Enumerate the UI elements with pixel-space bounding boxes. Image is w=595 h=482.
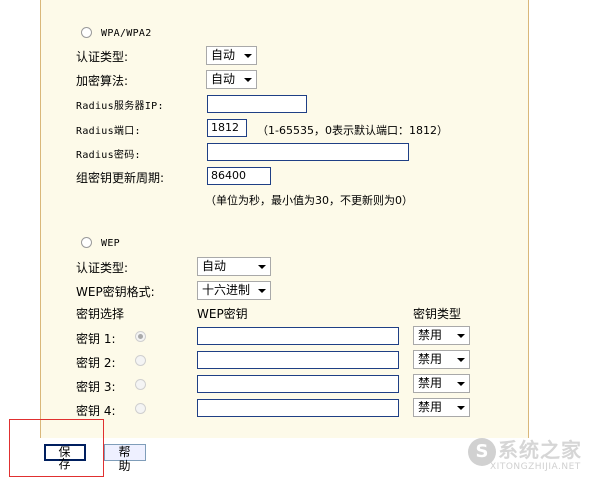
key-3-input[interactable] bbox=[197, 375, 399, 393]
radius-ip-input[interactable] bbox=[207, 95, 307, 113]
key-2-radio[interactable] bbox=[135, 355, 146, 366]
wep-auth-type-label: 认证类型: bbox=[76, 261, 129, 275]
key-1-type-select[interactable]: 禁用 bbox=[413, 326, 470, 345]
radius-password-input[interactable] bbox=[207, 143, 409, 161]
radius-ip-label: Radius服务器IP: bbox=[76, 101, 164, 112]
key-1-radio[interactable] bbox=[135, 331, 146, 342]
chevron-down-icon bbox=[244, 54, 252, 58]
col-key-type-header: 密钥类型 bbox=[413, 307, 462, 321]
wpa-radio-label: WPA/WPA2 bbox=[101, 28, 152, 39]
chevron-down-icon bbox=[457, 382, 465, 386]
highlight-box bbox=[9, 419, 104, 477]
chevron-down-icon bbox=[258, 265, 266, 269]
wep-key-format-select[interactable]: 十六进制 bbox=[197, 281, 271, 300]
key-3-type-value: 禁用 bbox=[418, 376, 443, 390]
col-wep-key-header: WEP密钥 bbox=[197, 307, 248, 321]
key-2-type-select[interactable]: 禁用 bbox=[413, 350, 470, 369]
wpa-auth-type-select[interactable]: 自动 bbox=[206, 46, 257, 65]
key-3-radio[interactable] bbox=[135, 379, 146, 390]
key-1-label: 密钥 1: bbox=[76, 332, 116, 346]
wpa-encryption-value: 自动 bbox=[211, 72, 236, 86]
wpa-radio[interactable] bbox=[81, 27, 92, 38]
key-1-type-value: 禁用 bbox=[418, 328, 443, 342]
chevron-down-icon bbox=[258, 289, 266, 293]
group-key-period-input[interactable]: 86400 bbox=[207, 167, 271, 185]
wep-auth-type-select[interactable]: 自动 bbox=[197, 257, 271, 276]
wpa-auth-type-label: 认证类型: bbox=[76, 50, 129, 64]
radius-port-hint: （1-65535，0表示默认端口：1812） bbox=[257, 124, 448, 137]
key-2-label: 密钥 2: bbox=[76, 356, 116, 370]
chevron-down-icon bbox=[457, 334, 465, 338]
key-4-type-value: 禁用 bbox=[418, 400, 443, 414]
radius-port-input[interactable]: 1812 bbox=[207, 119, 247, 137]
key-2-input[interactable] bbox=[197, 351, 399, 369]
key-3-label: 密钥 3: bbox=[76, 380, 116, 394]
key-4-type-select[interactable]: 禁用 bbox=[413, 398, 470, 417]
wpa-auth-type-value: 自动 bbox=[211, 48, 236, 62]
radius-password-label: Radius密码: bbox=[76, 150, 141, 161]
settings-panel bbox=[40, 0, 529, 438]
key-1-input[interactable] bbox=[197, 327, 399, 345]
key-2-type-value: 禁用 bbox=[418, 352, 443, 366]
group-key-period-label: 组密钥更新周期: bbox=[76, 171, 165, 185]
watermark-url: XITONGZHIJIA.NET bbox=[490, 462, 581, 472]
group-key-period-hint: （单位为秒，最小值为30，不更新则为0） bbox=[205, 194, 413, 207]
wep-radio-label: WEP bbox=[101, 238, 120, 249]
watermark-name: 系统之家 bbox=[498, 438, 582, 462]
wep-auth-type-value: 自动 bbox=[202, 259, 227, 273]
key-4-radio[interactable] bbox=[135, 403, 146, 414]
key-4-label: 密钥 4: bbox=[76, 404, 116, 418]
key-3-type-select[interactable]: 禁用 bbox=[413, 374, 470, 393]
wep-radio[interactable] bbox=[81, 237, 92, 248]
col-key-select-header: 密钥选择 bbox=[76, 307, 125, 321]
wep-key-format-label: WEP密钥格式: bbox=[76, 285, 155, 299]
chevron-down-icon bbox=[457, 358, 465, 362]
wep-key-format-value: 十六进制 bbox=[202, 283, 251, 297]
radius-port-label: Radius端口: bbox=[76, 126, 141, 137]
chevron-down-icon bbox=[457, 406, 465, 410]
chevron-down-icon bbox=[244, 78, 252, 82]
wpa-encryption-label: 加密算法: bbox=[76, 74, 129, 88]
watermark: S 系统之家 XITONGZHIJIA.NET bbox=[468, 432, 588, 478]
key-4-input[interactable] bbox=[197, 399, 399, 417]
help-button[interactable]: 帮助 bbox=[104, 444, 146, 473]
wpa-encryption-select[interactable]: 自动 bbox=[206, 70, 257, 89]
